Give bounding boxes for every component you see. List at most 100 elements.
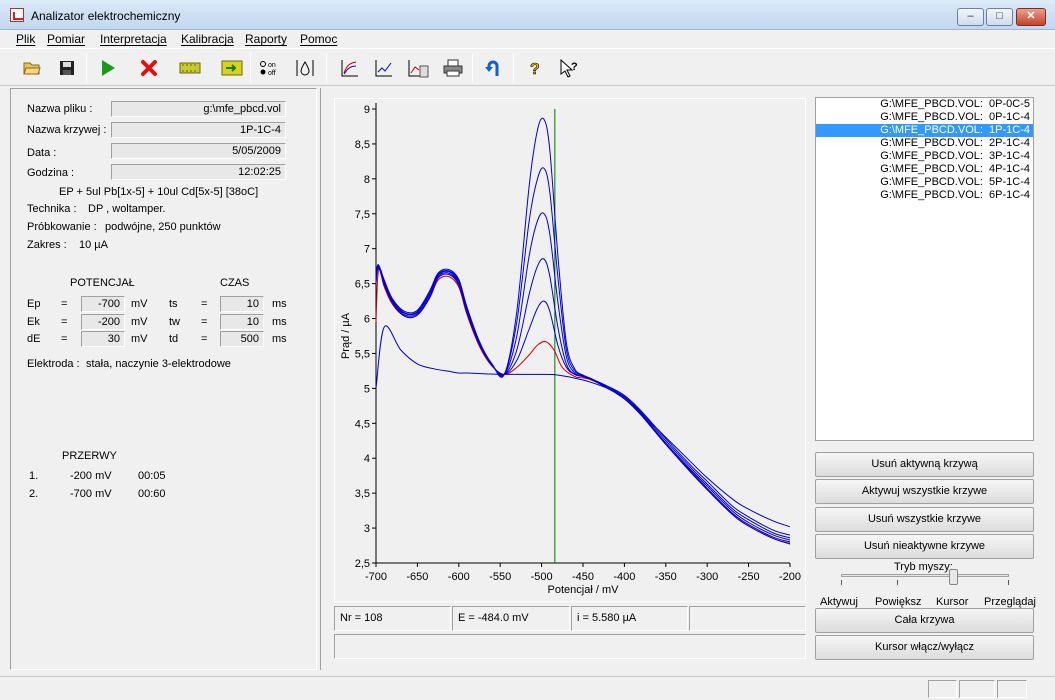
mouse-mode-label: Tryb myszy: [894, 561, 953, 573]
window-title: Analizator elektrochemiczny [31, 9, 181, 23]
y-tick-label: 7 [364, 244, 370, 256]
time-param-unit: ms [272, 333, 287, 345]
mouse-mode-option[interactable]: Kursor [936, 596, 968, 608]
svg-text:off: off [268, 70, 276, 77]
curve-list-item[interactable]: G:\MFE_PBCD.VOL: 1P-1C-4 [816, 124, 1033, 137]
time-label: Godzina : [27, 167, 75, 179]
curve-label: Nazwa krzywej : [27, 124, 107, 136]
whats-this-icon[interactable]: ? [558, 56, 582, 80]
help-icon[interactable]: ? [523, 56, 547, 80]
menu-kalibracja[interactable]: Kalibracja [181, 32, 234, 46]
maximize-button[interactable]: □ [986, 8, 1013, 26]
chart-line-icon[interactable] [372, 56, 396, 80]
play-icon[interactable] [96, 56, 120, 80]
close-button[interactable]: ✕ [1016, 8, 1046, 26]
param-name: Ep [27, 298, 41, 310]
range-value: 10 µA [79, 239, 108, 251]
y-tick-label: 8,5 [355, 139, 370, 151]
drop-icon[interactable] [293, 56, 317, 80]
x-tick-label: -400 [613, 571, 635, 583]
voltammogram-chart[interactable]: 2,5 3 3,5 4 4,5 5 5,5 6 6,5 7 7,5 8 8,5 9 -700 -650 -600… [335, 99, 805, 601]
curve-list-item[interactable]: G:\MFE_PBCD.VOL: 5P-1C-4 [816, 176, 1033, 189]
menu-pomoc[interactable]: Pomoc [300, 32, 337, 46]
curve-list[interactable]: G:\MFE_PBCD.VOL: 0P-0C-5 G:\MFE_PBCD.VOL:… [815, 97, 1034, 441]
mouse-mode-option[interactable]: Aktywuj [820, 596, 858, 608]
svg-text:?: ? [571, 61, 578, 73]
x-axis-label: Potencjał / mV [548, 584, 620, 596]
time-param-name: ts [169, 298, 178, 310]
y-tick-label: 9 [364, 104, 370, 116]
series-line-0 [375, 325, 791, 528]
break-number: 2. [29, 488, 39, 500]
curve-list-item[interactable]: G:\MFE_PBCD.VOL: 2P-1C-4 [816, 137, 1033, 150]
menu-pomiar[interactable]: Pomiar [47, 32, 85, 46]
x-tick-label: -600 [448, 571, 470, 583]
y-tick-label: 8 [364, 174, 370, 186]
range-label: Zakres : [27, 239, 67, 251]
param-name: Ek [27, 316, 40, 328]
mouse-mode-option[interactable]: Powiększ [875, 596, 921, 608]
print-icon[interactable] [441, 56, 465, 80]
mouse-mode-option[interactable]: Przeglądaj [984, 596, 1036, 608]
stop-icon[interactable] [137, 56, 161, 80]
film-icon[interactable] [178, 56, 202, 80]
whole-curve-button[interactable]: Cała krzywa [815, 608, 1034, 633]
toolbar: on off ? ? [0, 48, 1055, 86]
mouse-mode-slider-thumb[interactable] [949, 569, 958, 585]
y-tick-label: 3 [364, 523, 370, 535]
y-tick-label: 4,5 [355, 418, 370, 430]
menu-interpretacja[interactable]: Interpretacja [100, 32, 167, 46]
remove-inactive-curves-button[interactable]: Usuń nieaktywne krzywe [815, 534, 1034, 559]
remove-active-curve-button[interactable]: Usuń aktywną krzywą [815, 452, 1034, 477]
time-value: 12:02:25 [111, 164, 286, 180]
app-icon [10, 8, 24, 22]
curve-value: 1P-1C-4 [111, 122, 286, 138]
break-time: 00:60 [138, 488, 166, 500]
x-tick-label: -500 [531, 571, 553, 583]
curve-list-item[interactable]: G:\MFE_PBCD.VOL: 0P-1C-4 [816, 111, 1033, 124]
menu-plik[interactable]: Plik [16, 32, 35, 46]
x-tick-label: -250 [738, 571, 760, 583]
save-icon[interactable] [55, 56, 79, 80]
minimize-button[interactable]: – [957, 8, 984, 26]
y-tick-label: 4 [364, 453, 370, 465]
chart-calc-icon[interactable] [406, 56, 430, 80]
chart-curves-icon[interactable] [338, 56, 362, 80]
export-icon[interactable] [220, 56, 244, 80]
series-line-6 [375, 117, 791, 536]
remove-all-curves-button[interactable]: Usuń wszystkie krzywe [815, 507, 1034, 532]
series-line-3 [375, 258, 791, 543]
param-name: dE [27, 333, 41, 345]
status-point-number: Nr = 108 [334, 606, 451, 631]
curve-list-item[interactable]: G:\MFE_PBCD.VOL: 6P-1C-4 [816, 189, 1033, 202]
sample-description: EP + 5ul Pb[1x-5] + 10ul Cd[5x-5] [38oC] [59, 186, 259, 198]
series-line-5 [375, 167, 791, 539]
mouse-mode-slider-track[interactable] [841, 574, 1009, 577]
time-param-value: 10 [220, 314, 264, 330]
breaks-header: PRZERWY [62, 450, 117, 462]
y-tick-label: 7,5 [355, 209, 370, 221]
param-unit: mV [131, 333, 148, 345]
time-param-value: 10 [220, 296, 264, 312]
sampling-value: podwójne, 250 punktów [105, 221, 221, 233]
undo-icon[interactable] [481, 56, 505, 80]
x-tick-label: -350 [655, 571, 677, 583]
y-tick-label: 5,5 [355, 348, 370, 360]
break-potential: -200 mV [70, 470, 112, 482]
status-current: i = 5.580 µA [571, 606, 688, 631]
open-folder-icon[interactable] [20, 56, 44, 80]
param-eq: = [61, 298, 68, 310]
menu-raporty[interactable]: Raporty [245, 32, 287, 46]
activate-all-curves-button[interactable]: Aktywuj wszystkie krzywe [815, 479, 1034, 504]
curve-list-item[interactable]: G:\MFE_PBCD.VOL: 3P-1C-4 [816, 150, 1033, 163]
on-off-icon[interactable]: on off [259, 56, 283, 80]
cursor-toggle-button[interactable]: Kursor włącz/wyłącz [815, 635, 1034, 660]
param-unit: mV [131, 298, 148, 310]
technique-value: DP , woltamper. [88, 203, 166, 215]
curve-list-item[interactable]: G:\MFE_PBCD.VOL: 0P-0C-5 [816, 98, 1033, 111]
status-empty [689, 606, 806, 631]
plot-area[interactable]: 2,5 3 3,5 4 4,5 5 5,5 6 6,5 7 7,5 8 8,5 9 -700 -650 -600… [334, 98, 806, 602]
break-number: 1. [29, 470, 39, 482]
title-bar: Analizator elektrochemiczny – □ ✕ [0, 0, 1055, 30]
curve-list-item[interactable]: G:\MFE_PBCD.VOL: 4P-1C-4 [816, 163, 1033, 176]
